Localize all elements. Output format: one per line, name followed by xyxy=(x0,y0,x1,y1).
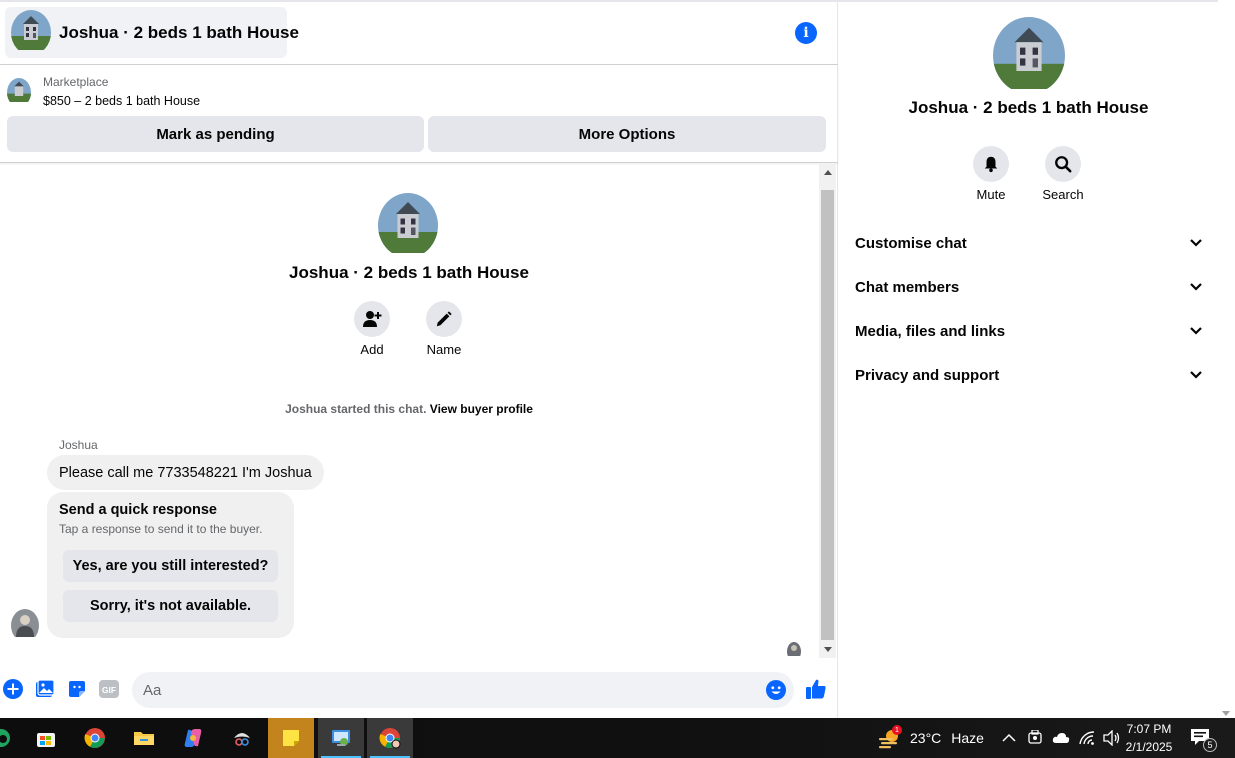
chevron-down-icon xyxy=(1190,239,1202,247)
emoji-icon[interactable] xyxy=(766,680,786,705)
scrollbar-thumb[interactable] xyxy=(821,190,834,640)
thread-title: Joshua · 2 beds 1 bath House xyxy=(289,263,529,282)
message-composer: GIF xyxy=(0,668,838,712)
weather-temperature: 23°C xyxy=(910,730,942,746)
more-options-button[interactable]: More Options xyxy=(428,116,826,152)
clock-date: 2/1/2025 xyxy=(1125,740,1173,754)
add-label: Add xyxy=(360,342,384,357)
chrome-icon[interactable] xyxy=(72,718,118,758)
chat-column: Joshua · 2 beds 1 bath House i Marketpla… xyxy=(0,2,838,718)
system-tray xyxy=(1002,718,1121,758)
message-input[interactable] xyxy=(132,672,794,708)
chevron-down-icon xyxy=(1190,371,1202,379)
search-icon[interactable] xyxy=(1045,146,1081,182)
chat-started-text: Joshua started this chat. xyxy=(285,402,427,416)
chat-started-notice: Joshua started this chat. View buyer pro… xyxy=(0,402,818,416)
info-icon[interactable]: i xyxy=(795,22,817,44)
person-add-icon[interactable] xyxy=(354,301,390,337)
conversation-info-panel: Joshua · 2 beds 1 bath House Mute Search… xyxy=(839,2,1218,718)
section-label: Media, files and links xyxy=(855,322,1006,340)
listing-title[interactable]: $850 – 2 beds 1 bath House xyxy=(43,94,200,108)
page-scrollbar[interactable] xyxy=(1218,0,1235,718)
add-people-action[interactable]: Add xyxy=(342,301,402,357)
quick-response-title: Send a quick response xyxy=(59,502,217,518)
info-avatar xyxy=(993,17,1065,94)
sender-avatar[interactable] xyxy=(11,609,39,642)
scroll-up-arrow-icon[interactable] xyxy=(819,164,836,181)
search-label: Search xyxy=(1042,187,1084,202)
conversation-title: Joshua · 2 beds 1 bath House xyxy=(59,22,299,42)
sticky-notes-icon[interactable] xyxy=(268,718,314,758)
chevron-down-icon xyxy=(1190,283,1202,291)
section-privacy-support[interactable]: Privacy and support xyxy=(839,355,1218,395)
section-label: Chat members xyxy=(855,278,960,296)
quick-response-option[interactable]: Sorry, it's not available. xyxy=(63,590,278,622)
system-clock[interactable]: 7:07 PM 2/1/2025 xyxy=(1118,720,1180,756)
marketplace-label: Marketplace xyxy=(43,75,109,89)
section-label: Customise chat xyxy=(855,234,967,252)
pencil-icon[interactable] xyxy=(426,301,462,337)
snipping-tool-icon[interactable] xyxy=(219,718,265,758)
conversation-title-button[interactable]: Joshua · 2 beds 1 bath House xyxy=(5,7,299,58)
chevron-down-icon xyxy=(1190,327,1202,335)
search-action[interactable]: Search xyxy=(1033,146,1093,202)
file-explorer-icon[interactable] xyxy=(121,718,167,758)
listing-thumbnail[interactable] xyxy=(7,78,31,107)
plus-circle-icon[interactable] xyxy=(2,678,24,700)
view-buyer-profile-link[interactable]: View buyer profile xyxy=(430,402,533,416)
message-thread: Joshua · 2 beds 1 bath House Add Name Jo… xyxy=(0,164,818,658)
copilot-icon[interactable] xyxy=(170,718,216,758)
name-chat-action[interactable]: Name xyxy=(414,301,474,357)
bell-icon[interactable] xyxy=(973,146,1009,182)
mute-action[interactable]: Mute xyxy=(961,146,1021,202)
notification-count-badge: 5 xyxy=(1203,738,1217,752)
section-customise-chat[interactable]: Customise chat xyxy=(839,223,1218,263)
conversation-avatar xyxy=(11,10,51,55)
chat-header: Joshua · 2 beds 1 bath House i xyxy=(0,2,838,65)
quick-response-option[interactable]: Yes, are you still interested? xyxy=(63,550,278,582)
thumbs-up-icon[interactable] xyxy=(805,678,827,700)
edge-icon[interactable] xyxy=(0,718,16,758)
sticker-icon[interactable] xyxy=(66,678,88,700)
weather-widget[interactable]: 23°C Haze xyxy=(878,718,984,758)
scroll-down-arrow-icon[interactable] xyxy=(1222,711,1230,716)
section-media-files-links[interactable]: Media, files and links xyxy=(839,311,1218,351)
weather-description: Haze xyxy=(951,730,984,746)
gif-icon[interactable]: GIF xyxy=(98,678,120,700)
message-sender-name: Joshua xyxy=(59,438,98,452)
windows-taskbar: 23°C Haze 1 7:07 PM 2/1/2025 5 xyxy=(0,718,1235,758)
onedrive-icon[interactable] xyxy=(1052,732,1070,744)
meet-now-icon[interactable] xyxy=(1028,730,1042,746)
weather-alert-badge: 1 xyxy=(892,725,902,735)
mark-as-pending-button[interactable]: Mark as pending xyxy=(7,116,424,152)
marketplace-listing-bar: Marketplace $850 – 2 beds 1 bath House M… xyxy=(0,66,838,163)
clock-time: 7:07 PM xyxy=(1126,722,1172,736)
read-receipt-avatar xyxy=(787,642,801,658)
message-bubble[interactable]: Please call me 7733548221 I'm Joshua xyxy=(47,455,324,490)
wifi-icon[interactable] xyxy=(1079,731,1095,745)
quick-response-subtitle: Tap a response to send it to the buyer. xyxy=(59,522,263,536)
chrome-profile-icon[interactable] xyxy=(367,718,413,758)
microsoft-store-icon[interactable] xyxy=(23,718,69,758)
section-chat-members[interactable]: Chat members xyxy=(839,267,1218,307)
thread-scrollbar[interactable] xyxy=(819,164,836,658)
mute-label: Mute xyxy=(976,187,1006,202)
section-label: Privacy and support xyxy=(855,366,1000,384)
thread-avatar xyxy=(378,193,438,258)
photo-icon[interactable] xyxy=(34,678,56,700)
desktop-app-icon[interactable] xyxy=(318,718,364,758)
quick-response-card: Send a quick response Tap a response to … xyxy=(47,492,294,638)
svg-text:GIF: GIF xyxy=(102,685,116,695)
scroll-down-arrow-icon[interactable] xyxy=(819,641,836,658)
info-title: Joshua · 2 beds 1 bath House xyxy=(908,98,1149,117)
chevron-up-icon[interactable] xyxy=(1002,733,1016,743)
name-label: Name xyxy=(426,342,462,357)
